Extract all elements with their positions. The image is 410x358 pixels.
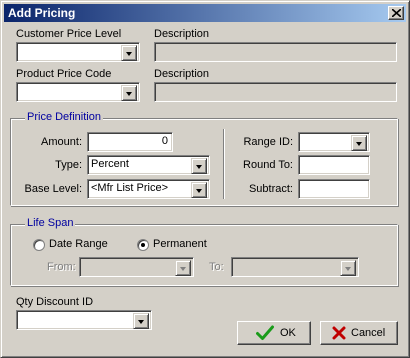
product-price-code-select[interactable] [16,82,140,102]
ok-button[interactable]: OK [237,321,311,345]
ok-button-label: OK [280,327,296,339]
product-price-code-dropdown-button[interactable] [121,85,137,101]
x-icon [332,326,346,340]
type-label: Type: [55,159,82,171]
from-date-dropdown-button [175,260,191,276]
chevron-down-icon [345,267,351,271]
to-date-select [231,257,359,277]
customer-description-field [154,42,397,62]
customer-price-level-label: Customer Price Level [16,28,122,40]
amount-value: 0 [161,135,168,147]
date-range-label[interactable]: Date Range [49,238,108,250]
type-value: Percent [91,158,129,170]
qty-discount-id-select[interactable] [16,310,152,330]
amount-input[interactable]: 0 [87,132,173,152]
base-level-dropdown-button[interactable] [191,182,207,198]
close-button[interactable] [388,6,404,20]
base-level-value: <Mfr List Price> [91,182,169,194]
to-date-dropdown-button [340,260,356,276]
from-label: From: [47,261,76,273]
range-id-select[interactable] [298,132,370,152]
close-icon [392,9,401,17]
to-label: To: [209,261,224,273]
permanent-radio[interactable] [137,239,149,251]
title-bar[interactable]: Add Pricing [4,4,406,22]
product-price-code-label: Product Price Code [16,68,112,80]
round-to-label: Round To: [243,159,293,171]
chevron-down-icon [356,142,362,146]
cancel-button-label: Cancel [351,327,386,339]
date-range-radio[interactable] [33,239,45,251]
radio-selected-dot [141,243,145,247]
subtract-input[interactable] [298,179,370,199]
base-level-select[interactable]: <Mfr List Price> [87,179,210,199]
chevron-down-icon [138,320,144,324]
cancel-button[interactable]: Cancel [320,321,398,345]
round-to-input[interactable] [298,155,370,175]
window-title: Add Pricing [8,6,76,20]
add-pricing-dialog: Add Pricing Customer Price Level Descrip… [0,0,410,358]
chevron-down-icon [126,52,132,56]
customer-price-level-select[interactable] [16,42,140,62]
range-id-label: Range ID: [243,136,293,148]
chevron-down-icon [126,92,132,96]
qty-discount-id-dropdown-button[interactable] [133,313,149,329]
type-dropdown-button[interactable] [191,158,207,174]
customer-price-level-dropdown-button[interactable] [121,45,137,61]
product-description-label: Description [154,68,210,80]
permanent-label[interactable]: Permanent [153,238,207,250]
qty-discount-id-label: Qty Discount ID [16,296,94,308]
checkmark-icon [256,325,274,340]
type-select[interactable]: Percent [87,155,210,175]
life-span-title: Life Span [25,217,76,229]
base-level-label: Base Level: [24,183,82,195]
range-id-dropdown-button[interactable] [351,135,367,151]
chevron-down-icon [196,165,202,169]
subtract-label: Subtract: [248,183,293,195]
from-date-select [79,257,194,277]
amount-label: Amount: [41,136,82,148]
chevron-down-icon [180,267,186,271]
price-definition-separator [223,129,225,199]
chevron-down-icon [196,189,202,193]
customer-description-label: Description [154,28,210,40]
price-definition-title: Price Definition [25,111,103,123]
product-description-field [154,82,397,102]
